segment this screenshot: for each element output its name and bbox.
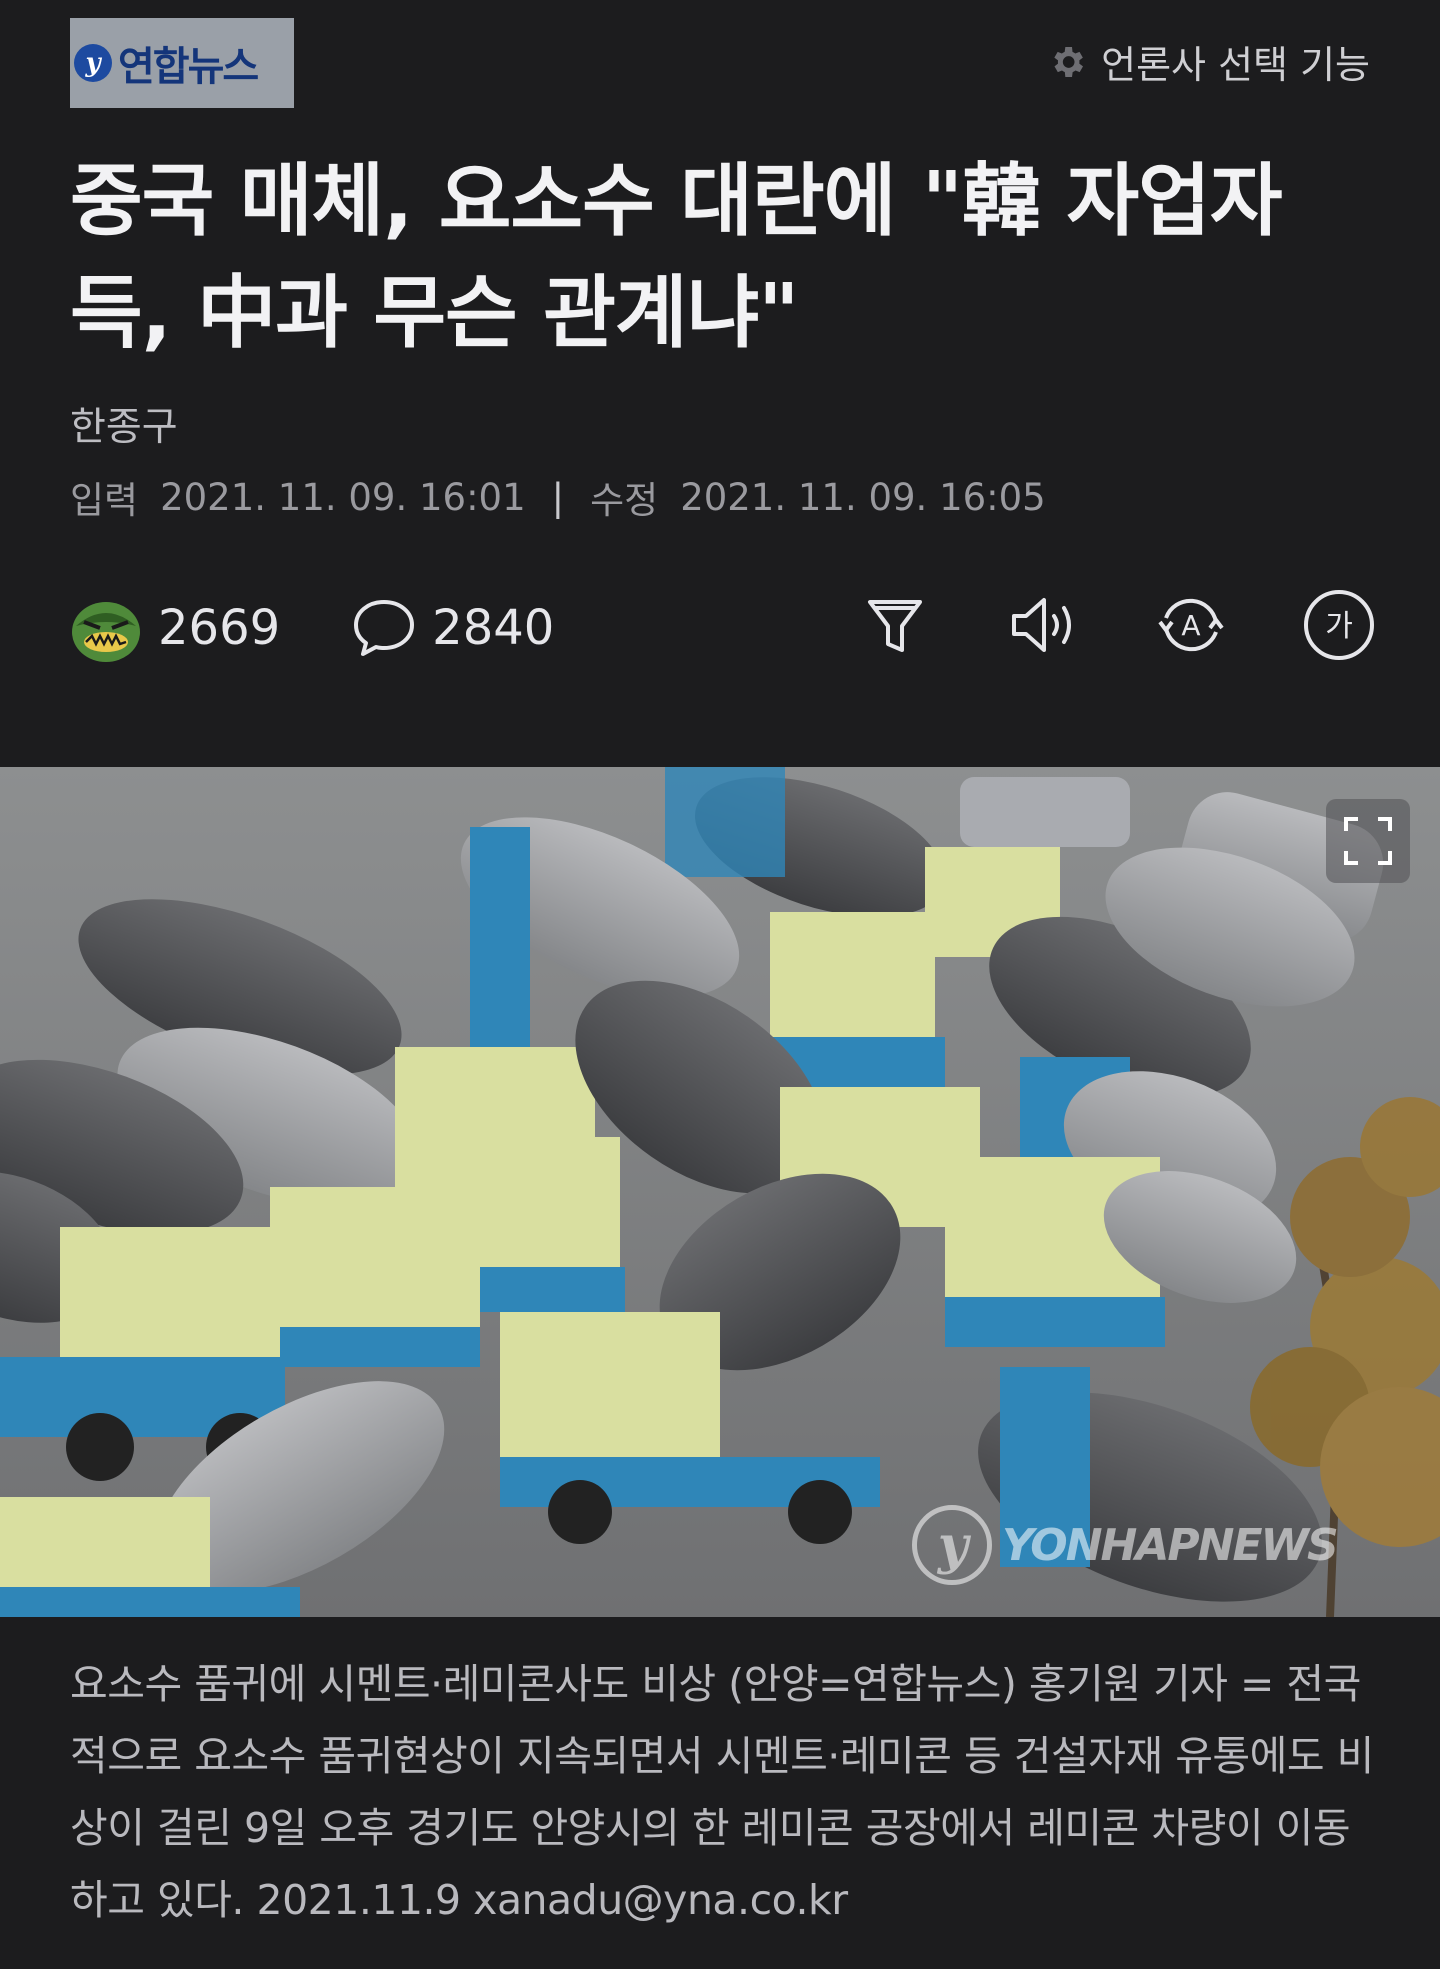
- fullscreen-icon: [1344, 817, 1392, 865]
- reaction-count: 2669: [158, 600, 281, 656]
- modified-label: 수정: [590, 479, 659, 522]
- published-label: 입력: [70, 479, 139, 522]
- cement-mixer-trucks-image: [0, 767, 1440, 1617]
- filter-button[interactable]: [858, 588, 932, 662]
- angry-reaction-icon[interactable]: [70, 592, 142, 664]
- comment-icon[interactable]: [348, 592, 420, 664]
- gear-icon: [1054, 46, 1084, 77]
- article-tools: A 가: [858, 588, 1376, 662]
- tts-button[interactable]: [1006, 588, 1080, 662]
- photo-caption: 요소수 품귀에 시멘트·레미콘사도 비상 (안양=연합뉴스) 홍기원 기자 = …: [70, 1660, 1374, 1924]
- press-logo-text: 연합뉴스: [118, 44, 259, 90]
- press-select-button[interactable]: 언론사 선택 기능: [1047, 34, 1370, 89]
- comment-count[interactable]: 2840: [432, 600, 554, 656]
- watermark-text: YONHAPNEWS: [1002, 1519, 1339, 1571]
- author-name[interactable]: 한종구: [70, 396, 178, 452]
- filter-icon: [868, 600, 922, 652]
- modified-date: 2021. 11. 09. 16:05: [680, 475, 1046, 519]
- article-stats: 2669 2840: [70, 592, 554, 664]
- yonhap-logo-icon: y: [74, 44, 112, 82]
- yonhap-watermark-icon: y: [912, 1505, 992, 1585]
- translate-button[interactable]: A: [1154, 588, 1228, 662]
- top-bar: y 연합뉴스 언론사 선택 기능: [0, 0, 1440, 120]
- press-logo[interactable]: y 연합뉴스: [70, 18, 294, 108]
- font-size-button[interactable]: 가: [1302, 588, 1376, 662]
- font-size-icon: 가: [1304, 590, 1374, 660]
- expand-photo-button[interactable]: [1326, 799, 1410, 883]
- published-date: 2021. 11. 09. 16:01: [160, 475, 526, 519]
- article-title: 중국 매체, 요소수 대란에 "韓 자업자득, 中과 무슨 관계냐": [70, 155, 1283, 359]
- press-select-label: 언론사 선택 기능: [1101, 43, 1370, 87]
- article-dates: 입력 2021. 11. 09. 16:01 | 수정 2021. 11. 09…: [70, 470, 1046, 524]
- translate-icon: A: [1158, 598, 1224, 652]
- font-size-letter: 가: [1325, 609, 1353, 644]
- translate-letter: A: [1181, 609, 1200, 642]
- date-divider: |: [551, 475, 565, 519]
- speaker-icon: [1012, 598, 1071, 652]
- photo-watermark: y YONHAPNEWS: [912, 1505, 1339, 1585]
- article-photo[interactable]: y YONHAPNEWS: [0, 767, 1440, 1617]
